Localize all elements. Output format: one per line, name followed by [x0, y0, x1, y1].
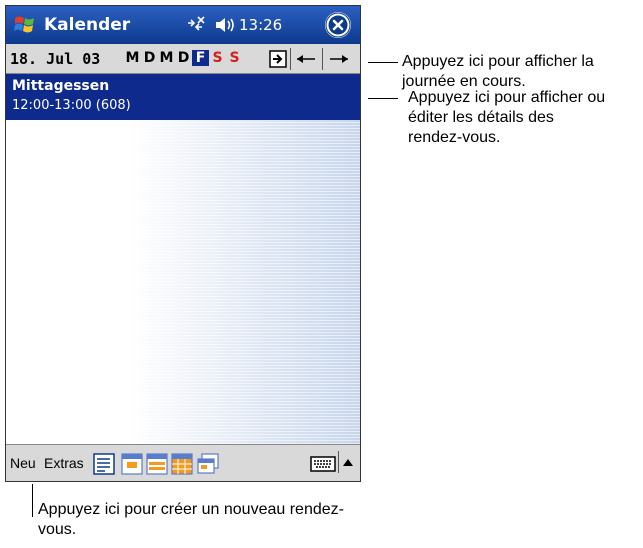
- next-day-arrow-icon[interactable]: [326, 50, 352, 68]
- volume-icon[interactable]: [214, 16, 236, 34]
- weekday-6[interactable]: S: [226, 50, 243, 66]
- weekday-0[interactable]: M: [124, 50, 141, 66]
- callout-new: Appuyez ici pour créer un nouveau rendez…: [38, 501, 344, 538]
- hour-grid: [6, 120, 360, 444]
- keyboard-icon[interactable]: [310, 456, 336, 472]
- menu-bar: Neu Extras: [6, 444, 360, 481]
- weekday-selector: MDMDFSS: [124, 50, 243, 66]
- app-title: Kalender: [44, 15, 131, 35]
- clock[interactable]: 13:26: [239, 16, 282, 34]
- divider: [290, 48, 291, 70]
- new-button[interactable]: Neu: [10, 455, 36, 471]
- date-bar: 18. Jul 03 MDMDFSS: [6, 44, 360, 74]
- callout-today: Appuyez ici pour afficher la journée en …: [402, 53, 594, 90]
- weekday-4[interactable]: F: [192, 50, 209, 66]
- tools-menu[interactable]: Extras: [44, 455, 84, 471]
- weekday-1[interactable]: D: [141, 50, 158, 66]
- day-view-icon[interactable]: [121, 453, 143, 475]
- callout-details: Appuyez ici pour afficher ou éditer les …: [408, 89, 606, 146]
- year-view-icon[interactable]: [197, 453, 219, 475]
- agenda-view-icon[interactable]: [93, 453, 115, 475]
- go-to-today-icon[interactable]: [268, 49, 288, 69]
- month-view-icon[interactable]: [171, 453, 193, 475]
- appointment-title: Mittagessen: [12, 78, 110, 94]
- windows-start-icon[interactable]: [13, 13, 37, 37]
- connectivity-icon[interactable]: [184, 15, 206, 35]
- callout-line-new: [32, 484, 33, 517]
- weekday-2[interactable]: M: [158, 50, 175, 66]
- close-button[interactable]: [325, 12, 351, 38]
- pocketpc-screen: Kalender 13:26 18. Jul 03 MDMDFSS Mittag…: [5, 5, 361, 482]
- divider: [322, 48, 323, 70]
- previous-day-arrow-icon[interactable]: [293, 50, 319, 68]
- appointment-time: 12:00-13:00 (608): [12, 98, 131, 113]
- close-icon: [325, 12, 351, 38]
- divider: [338, 451, 339, 473]
- weekday-5[interactable]: S: [209, 50, 226, 66]
- current-date[interactable]: 18. Jul 03: [10, 50, 100, 68]
- callout-line-today: [368, 62, 398, 63]
- day-view-area[interactable]: [6, 120, 360, 444]
- input-panel-arrow-icon[interactable]: [342, 457, 354, 469]
- appointment-item[interactable]: Mittagessen 12:00-13:00 (608): [6, 74, 360, 120]
- weekday-3[interactable]: D: [175, 50, 192, 66]
- title-bar: Kalender 13:26: [6, 6, 360, 44]
- week-view-icon[interactable]: [146, 453, 168, 475]
- callout-line-details: [368, 98, 398, 99]
